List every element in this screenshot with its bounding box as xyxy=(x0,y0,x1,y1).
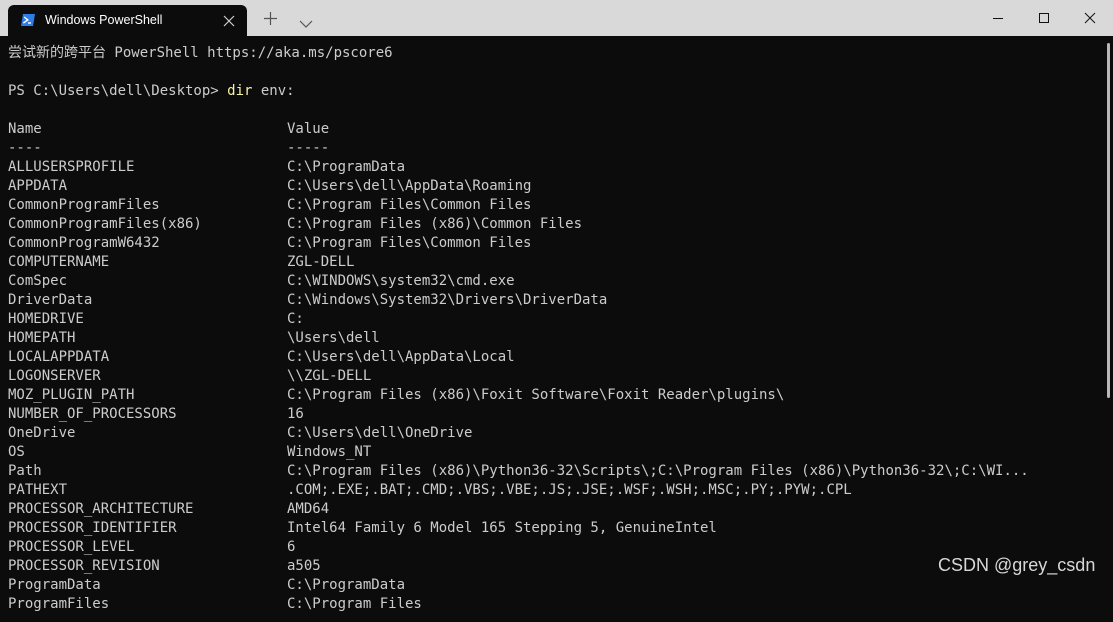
env-var-value: C:\Users\dell\OneDrive xyxy=(287,425,473,441)
env-var-value: C:\Program Files\Common Files xyxy=(287,197,532,213)
banner-line: 尝试新的跨平台 PowerShell https://aka.ms/pscore… xyxy=(8,45,393,61)
env-var-value: ZGL-DELL xyxy=(287,254,355,270)
env-var-value: \\ZGL-DELL xyxy=(287,368,372,384)
separator-name: ---- xyxy=(8,140,42,156)
prompt-line: PS C:\Users\dell\Desktop> dir env: xyxy=(8,82,295,101)
close-icon xyxy=(1084,12,1096,24)
tab-title: Windows PowerShell xyxy=(45,13,163,27)
env-var-name: HOMEPATH xyxy=(8,330,76,346)
tab-windows-powershell[interactable]: Windows PowerShell xyxy=(8,5,247,36)
env-var-name: MOZ_PLUGIN_PATH xyxy=(8,387,135,403)
env-var-name: PROCESSOR_REVISION xyxy=(8,558,160,574)
env-var-name: PROCESSOR_ARCHITECTURE xyxy=(8,501,194,517)
env-var-name: PATHEXT xyxy=(8,482,68,498)
env-var-value: C:\Program Files\Common Files xyxy=(287,235,532,251)
env-var-name: NUMBER_OF_PROCESSORS xyxy=(8,406,177,422)
env-var-name: ALLUSERSPROFILE xyxy=(8,159,135,175)
env-var-name: OS xyxy=(8,444,25,460)
minimize-button[interactable] xyxy=(975,0,1021,36)
env-var-value: C:\Windows\System32\Drivers\DriverData xyxy=(287,292,608,308)
command-argument: env: xyxy=(252,83,295,99)
env-var-value: 16 xyxy=(287,406,304,422)
env-var-name: CommonProgramFiles xyxy=(8,197,160,213)
close-tab-icon[interactable] xyxy=(222,13,236,27)
maximize-icon xyxy=(1039,13,1049,23)
env-var-name: PROCESSOR_IDENTIFIER xyxy=(8,520,177,536)
env-var-value: .COM;.EXE;.BAT;.CMD;.VBS;.VBE;.JS;.JSE;.… xyxy=(287,482,852,498)
env-var-value: C:\WINDOWS\system32\cmd.exe xyxy=(287,273,515,289)
env-var-name: OneDrive xyxy=(8,425,76,441)
env-var-value: AMD64 xyxy=(287,501,330,517)
minimize-icon xyxy=(993,18,1003,19)
env-var-name: ProgramFiles xyxy=(8,596,110,612)
env-var-name: DriverData xyxy=(8,292,93,308)
env-var-value: Windows_NT xyxy=(287,444,372,460)
env-var-value: C:\ProgramData xyxy=(287,577,406,593)
env-var-value: a505 xyxy=(287,558,321,574)
env-var-value: C:\ProgramData xyxy=(287,159,406,175)
env-var-name: ComSpec xyxy=(8,273,68,289)
maximize-button[interactable] xyxy=(1021,0,1067,36)
env-var-value: 6 xyxy=(287,539,296,555)
env-var-value: C:\Program Files (x86)\Python36-32\Scrip… xyxy=(287,463,1029,479)
command: dir xyxy=(227,83,253,99)
env-var-value: C:\Users\dell\AppData\Roaming xyxy=(287,178,532,194)
env-var-value: C:\Program Files (x86)\Foxit Software\Fo… xyxy=(287,387,785,403)
env-var-value: \Users\dell xyxy=(287,330,380,346)
prompt: PS C:\Users\dell\Desktop> xyxy=(8,83,228,99)
env-var-name: APPDATA xyxy=(8,178,68,194)
env-var-value: C:\Users\dell\AppData\Local xyxy=(287,349,515,365)
env-var-name: CommonProgramW6432 xyxy=(8,235,160,251)
watermark: CSDN @grey_csdn xyxy=(938,555,1096,575)
env-var-value: Intel64 Family 6 Model 165 Stepping 5, G… xyxy=(287,520,717,536)
env-var-value: C:\Program Files xyxy=(287,596,422,612)
env-var-name: LOGONSERVER xyxy=(8,368,101,384)
scrollbar[interactable] xyxy=(1107,43,1110,398)
env-var-name: ProgramData xyxy=(8,577,101,593)
header-value: Value xyxy=(287,121,330,137)
env-var-name: CommonProgramFiles(x86) xyxy=(8,216,202,232)
new-tab-plus-icon[interactable] xyxy=(263,11,278,26)
title-bar: Windows PowerShell xyxy=(0,0,1113,36)
terminal-output[interactable]: 尝试新的跨平台 PowerShell https://aka.ms/pscore… xyxy=(0,36,1113,622)
powershell-icon xyxy=(20,12,36,28)
env-var-name: COMPUTERNAME xyxy=(8,254,110,270)
env-var-value: C: xyxy=(287,311,304,327)
close-window-button[interactable] xyxy=(1067,0,1113,36)
separator-value: ----- xyxy=(287,140,330,156)
env-var-name: PROCESSOR_LEVEL xyxy=(8,539,135,555)
env-var-name: LOCALAPPDATA xyxy=(8,349,110,365)
chevron-down-icon[interactable] xyxy=(299,14,313,28)
header-name: Name xyxy=(8,121,42,137)
env-var-value: C:\Program Files (x86)\Common Files xyxy=(287,216,583,232)
env-var-name: Path xyxy=(8,463,42,479)
env-var-name: HOMEDRIVE xyxy=(8,311,84,327)
